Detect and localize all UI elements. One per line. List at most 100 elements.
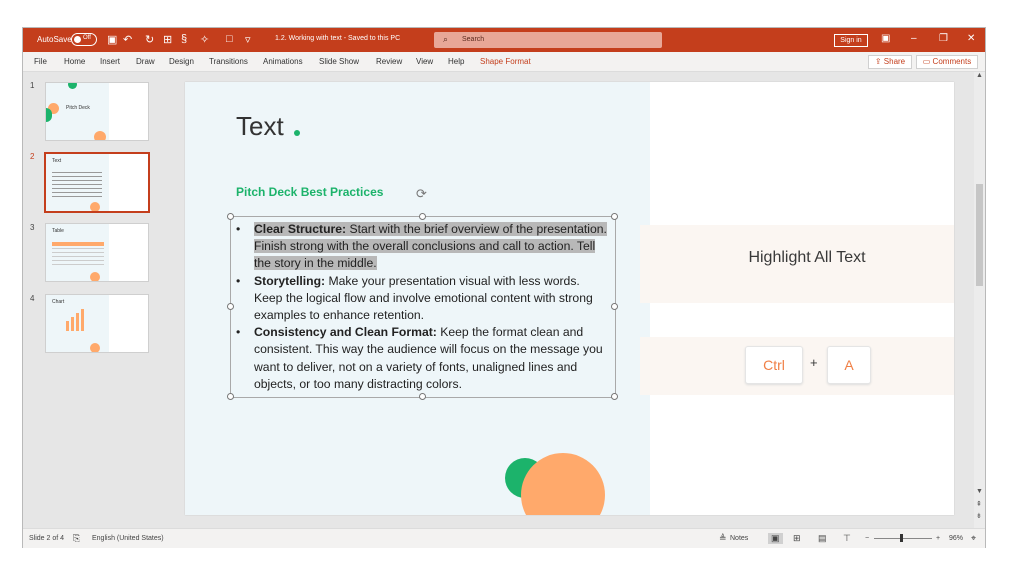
customize-qat-icon[interactable]: ▿ — [245, 33, 251, 46]
thumb-text-lines — [52, 172, 102, 200]
scroll-up-icon[interactable]: ▲ — [976, 72, 983, 79]
language-indicator[interactable]: English (United States) — [92, 535, 164, 542]
resize-handle[interactable] — [611, 393, 618, 400]
ribbon-tabs: File Home Insert Draw Design Transitions… — [23, 52, 985, 72]
tab-transitions[interactable]: Transitions — [209, 57, 248, 66]
highlight-all-text-label: Highlight All Text — [748, 249, 866, 266]
autosave-state: Off — [83, 35, 91, 41]
tab-slide-show[interactable]: Slide Show — [319, 57, 359, 66]
thumb-number: 4 — [30, 294, 35, 303]
thumb-number: 3 — [30, 223, 35, 232]
tab-design[interactable]: Design — [169, 57, 194, 66]
vertical-scrollbar[interactable]: ▲ ▼ ⇞ ⇟ — [974, 72, 985, 528]
redo-icon[interactable]: ↻ — [145, 33, 154, 46]
next-slide-icon[interactable]: ⇟ — [976, 512, 982, 520]
tab-insert[interactable]: Insert — [100, 57, 120, 66]
notes-button[interactable]: Notes — [730, 535, 748, 542]
thumb-bar — [66, 321, 69, 331]
share-icon: ⇪ — [874, 57, 884, 66]
scroll-down-icon[interactable]: ▼ — [976, 488, 983, 495]
search-box[interactable]: ⌕ Search — [434, 32, 662, 48]
slide-title[interactable]: Text — [236, 111, 284, 142]
slide-thumbnails-pane: 1 Pitch Deck 2 Text 3 Table 4 Chart — [23, 72, 163, 528]
tab-shape-format[interactable]: Shape Format — [480, 57, 531, 66]
tab-animations[interactable]: Animations — [263, 57, 303, 66]
resize-handle[interactable] — [419, 213, 426, 220]
thumb-shape — [94, 131, 106, 140]
bullet-list[interactable]: Clear Structure: Start with the brief ov… — [236, 221, 611, 393]
resize-handle[interactable] — [611, 213, 618, 220]
comments-button[interactable]: ▭ Comments — [916, 55, 978, 69]
zoom-in-icon[interactable]: + — [936, 535, 940, 542]
shape-icon[interactable]: ✧ — [200, 33, 209, 46]
list-item: Clear Structure: Start with the brief ov… — [236, 221, 611, 273]
tab-help[interactable]: Help — [448, 57, 464, 66]
autosave-label: AutoSave — [37, 35, 72, 44]
resize-handle[interactable] — [227, 393, 234, 400]
title-dot — [294, 130, 300, 136]
zoom-out-icon[interactable]: − — [865, 535, 869, 542]
share-button[interactable]: ⇪ Share — [868, 55, 912, 69]
bullet-heading: Storytelling: — [254, 273, 326, 288]
reading-view-icon[interactable]: ▤ — [818, 533, 827, 544]
zoom-slider-track[interactable] — [874, 538, 932, 539]
save-icon[interactable]: ▣ — [107, 33, 117, 46]
minimize-icon[interactable]: – — [911, 33, 917, 44]
thumb-title: Chart — [52, 299, 65, 305]
resize-handle[interactable] — [227, 303, 234, 310]
slide-thumbnail-1[interactable]: Pitch Deck — [45, 82, 149, 141]
thumb-shape — [90, 343, 100, 352]
ctrl-key: Ctrl — [745, 346, 803, 384]
tab-file[interactable]: File — [34, 57, 47, 66]
powerpoint-window: AutoSave Off ▣ ↶ ↻ ⊞ § ✧ □ ▿ 1.2. Workin… — [22, 27, 986, 548]
comments-label: Comments — [932, 57, 972, 66]
thumb-table-header — [52, 242, 104, 246]
slide-subheading[interactable]: Pitch Deck Best Practices — [236, 185, 383, 199]
document-title[interactable]: 1.2. Working with text - Saved to this P… — [275, 35, 400, 42]
tab-review[interactable]: Review — [376, 57, 402, 66]
thumb-number: 2 — [30, 152, 35, 161]
zoom-level[interactable]: 96% — [949, 535, 963, 542]
a-key: A — [827, 346, 871, 384]
slide[interactable]: Text Pitch Deck Best Practices ⟳ Clear S… — [185, 82, 954, 515]
close-icon[interactable]: ✕ — [967, 33, 975, 44]
search-placeholder: Search — [462, 36, 485, 43]
list-item: Consistency and Clean Format: Keep the f… — [236, 324, 611, 393]
ribbon-display-icon[interactable]: ▣ — [881, 33, 890, 44]
tab-view[interactable]: View — [416, 57, 433, 66]
slide-thumbnail-3[interactable]: Table — [45, 223, 149, 282]
toggle-knob — [74, 36, 81, 43]
status-bar: Slide 2 of 4 ⎘ English (United States) ≜… — [23, 528, 985, 548]
bullet-heading: Clear Structure: — [254, 222, 347, 236]
undo-icon[interactable]: ↶ — [123, 33, 132, 46]
thumb-bar — [71, 317, 74, 331]
slide-thumbnail-4[interactable]: Chart — [45, 294, 149, 353]
slide-sorter-icon[interactable]: ⊞ — [793, 533, 801, 544]
tab-home[interactable]: Home — [64, 57, 85, 66]
slide-thumbnail-2[interactable]: Text — [44, 152, 150, 213]
autosave-toggle[interactable]: Off — [71, 33, 97, 46]
thumb-bar — [76, 313, 79, 331]
notes-icon[interactable]: ≜ — [719, 533, 727, 544]
zoom-slider-handle[interactable] — [900, 534, 903, 542]
fit-to-window-icon[interactable]: ⌖ — [971, 533, 976, 544]
sign-in-button[interactable]: Sign in — [834, 34, 868, 47]
format-painter-icon[interactable]: § — [181, 33, 187, 45]
accessibility-icon[interactable]: ⎘ — [73, 533, 80, 544]
slide-show-icon[interactable]: ⊤ — [843, 533, 851, 544]
restore-icon[interactable]: ❐ — [939, 33, 948, 44]
thumb-number: 1 — [30, 81, 35, 90]
resize-handle[interactable] — [611, 303, 618, 310]
rotate-handle-icon[interactable]: ⟳ — [416, 186, 427, 202]
previous-slide-icon[interactable]: ⇞ — [976, 500, 982, 508]
scrollbar-thumb[interactable] — [976, 184, 983, 286]
resize-handle[interactable] — [227, 213, 234, 220]
box-icon[interactable]: □ — [226, 33, 233, 45]
present-icon[interactable]: ⊞ — [163, 33, 172, 46]
list-item: Storytelling: Make your presentation vis… — [236, 273, 611, 325]
thumb-shape — [90, 202, 100, 211]
resize-handle[interactable] — [419, 393, 426, 400]
thumb-title: Text — [52, 158, 62, 164]
normal-view-icon[interactable]: ▣ — [768, 533, 783, 544]
tab-draw[interactable]: Draw — [136, 57, 155, 66]
